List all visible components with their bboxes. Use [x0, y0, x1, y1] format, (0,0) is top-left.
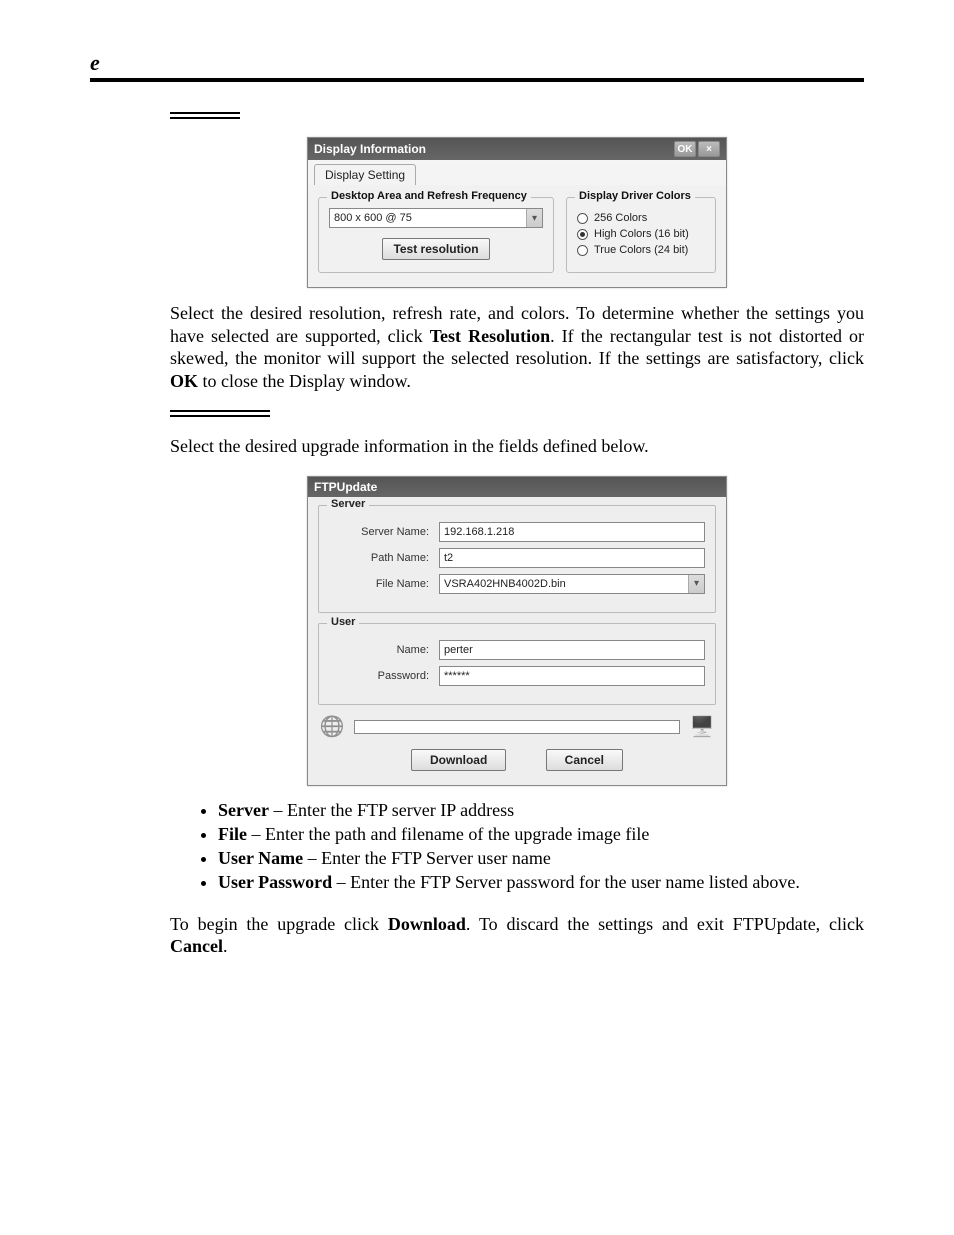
- def-file: File: [218, 824, 247, 844]
- close-button[interactable]: ×: [698, 141, 720, 157]
- fieldset-user: User Name: perter Password: ******: [318, 623, 716, 705]
- radio-icon: [577, 229, 588, 240]
- header-rule: [90, 78, 864, 82]
- radio-label: 256 Colors: [594, 212, 647, 224]
- def-server-text: – Enter the FTP server IP address: [269, 800, 514, 820]
- bold-download: Download: [388, 914, 466, 934]
- group-resolution: Desktop Area and Refresh Frequency 800 x…: [318, 197, 554, 273]
- progress-row: 🌐 🖥️: [318, 715, 716, 739]
- file-name-value: VSRA402HNB4002D.bin: [440, 578, 688, 590]
- ok-button[interactable]: OK: [674, 141, 696, 157]
- radio-high-colors[interactable]: High Colors (16 bit): [577, 228, 705, 240]
- label-name: Name:: [329, 644, 439, 656]
- download-button[interactable]: Download: [411, 749, 506, 771]
- footer-pre: To begin the upgrade click: [170, 914, 388, 934]
- monitor-icon: 🖥️: [688, 715, 716, 739]
- list-item: User Password – Enter the FTP Server pas…: [218, 870, 864, 894]
- paragraph-display: Select the desired resolution, refresh r…: [170, 302, 864, 392]
- label-server-name: Server Name:: [329, 526, 439, 538]
- footer-end: .: [223, 936, 228, 956]
- group-colors: Display Driver Colors 256 Colors High Co…: [566, 197, 716, 273]
- dialog-title: FTPUpdate: [314, 480, 377, 494]
- radio-256-colors[interactable]: 256 Colors: [577, 212, 705, 224]
- user-name-input[interactable]: perter: [439, 640, 705, 660]
- paragraph-footer: To begin the upgrade click Download. To …: [170, 913, 864, 958]
- password-input[interactable]: ******: [439, 666, 705, 686]
- radio-label: High Colors (16 bit): [594, 228, 689, 240]
- bold-test-resolution: Test Resolution: [430, 326, 550, 346]
- chevron-down-icon: ▾: [688, 575, 704, 593]
- footer-mid: . To discard the settings and exit FTPUp…: [466, 914, 864, 934]
- section-marker: [170, 410, 864, 417]
- group-resolution-legend: Desktop Area and Refresh Frequency: [327, 190, 531, 202]
- progress-bar: [354, 720, 680, 734]
- page-header-letter: e: [90, 50, 864, 76]
- tab-strip: Display Setting: [308, 160, 726, 185]
- def-user-password: User Password: [218, 872, 332, 892]
- fieldset-server: Server Server Name: 192.168.1.218 Path N…: [318, 505, 716, 613]
- test-resolution-button[interactable]: Test resolution: [382, 238, 489, 260]
- radio-true-colors[interactable]: True Colors (24 bit): [577, 244, 705, 256]
- file-name-dropdown[interactable]: VSRA402HNB4002D.bin ▾: [439, 574, 705, 594]
- display-information-dialog: Display Information OK × Display Setting…: [307, 137, 727, 288]
- path-name-input[interactable]: t2: [439, 548, 705, 568]
- radio-icon: [577, 213, 588, 224]
- label-file-name: File Name:: [329, 578, 439, 590]
- radio-icon: [577, 245, 588, 256]
- fieldset-server-legend: Server: [327, 498, 369, 510]
- def-user-password-text: – Enter the FTP Server password for the …: [332, 872, 800, 892]
- group-colors-legend: Display Driver Colors: [575, 190, 695, 202]
- tab-display-setting[interactable]: Display Setting: [314, 164, 416, 185]
- def-user-name-text: – Enter the FTP Server user name: [303, 848, 551, 868]
- list-item: Server – Enter the FTP server IP address: [218, 798, 864, 822]
- paragraph-upgrade-intro: Select the desired upgrade information i…: [170, 435, 864, 458]
- label-path-name: Path Name:: [329, 552, 439, 564]
- list-item: File – Enter the path and filename of th…: [218, 822, 864, 846]
- bold-ok: OK: [170, 371, 198, 391]
- list-item: User Name – Enter the FTP Server user na…: [218, 846, 864, 870]
- chevron-down-icon: ▾: [526, 209, 542, 227]
- def-server: Server: [218, 800, 269, 820]
- radio-label: True Colors (24 bit): [594, 244, 688, 256]
- label-password: Password:: [329, 670, 439, 682]
- resolution-dropdown[interactable]: 800 x 600 @ 75 ▾: [329, 208, 543, 228]
- dialog-title: Display Information: [314, 142, 426, 156]
- resolution-value: 800 x 600 @ 75: [330, 212, 526, 224]
- ftpupdate-dialog: FTPUpdate Server Server Name: 192.168.1.…: [307, 476, 727, 786]
- bold-cancel: Cancel: [170, 936, 223, 956]
- definition-list: Server – Enter the FTP server IP address…: [170, 798, 864, 895]
- dialog-titlebar: Display Information OK ×: [308, 138, 726, 160]
- def-file-text: – Enter the path and filename of the upg…: [247, 824, 649, 844]
- section-marker: [170, 112, 864, 119]
- globe-icon: 🌐: [318, 715, 346, 739]
- dialog-titlebar: FTPUpdate: [308, 477, 726, 497]
- def-user-name: User Name: [218, 848, 303, 868]
- cancel-button[interactable]: Cancel: [546, 749, 623, 771]
- server-name-input[interactable]: 192.168.1.218: [439, 522, 705, 542]
- fieldset-user-legend: User: [327, 616, 359, 628]
